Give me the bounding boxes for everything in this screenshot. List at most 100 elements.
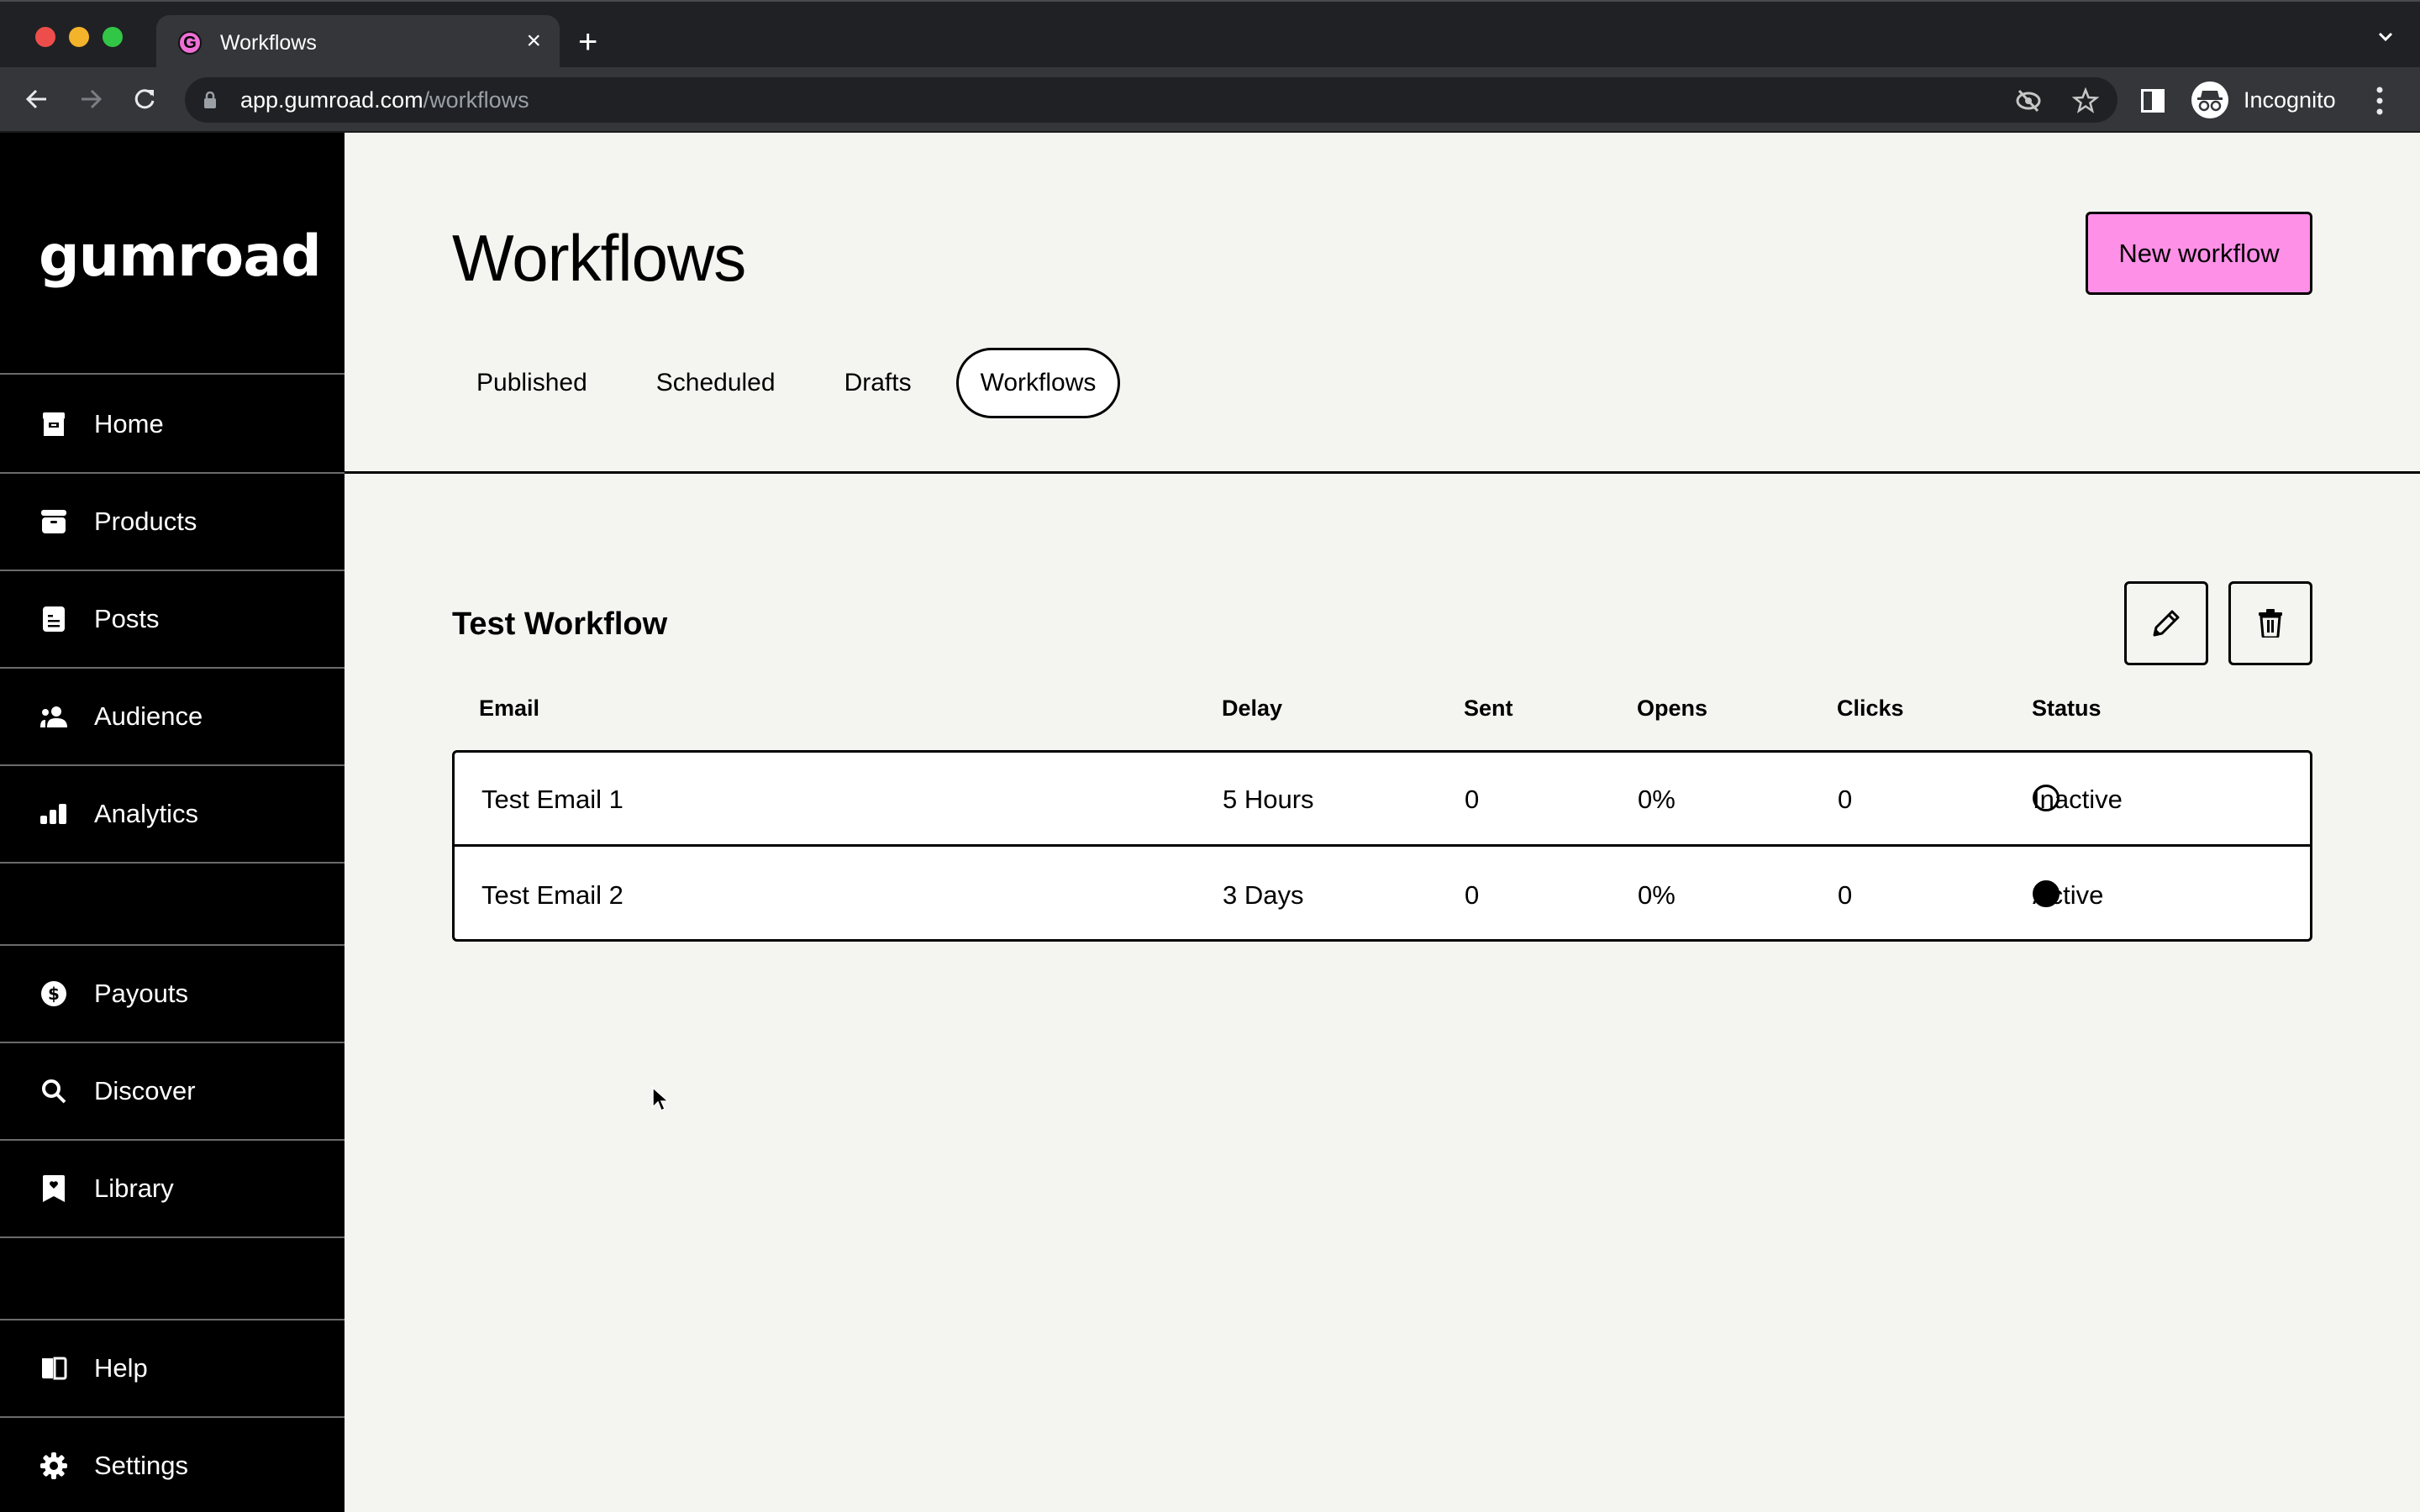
email-sent: 0 <box>1465 785 1480 814</box>
sidebar-item-library[interactable]: Library <box>0 1141 345 1238</box>
arrow-right-icon <box>82 89 103 109</box>
side-panel-icon[interactable] <box>2141 89 2165 113</box>
sidebar-item-analytics[interactable]: Analytics <box>0 766 345 864</box>
back-button[interactable] <box>20 82 54 116</box>
column-header-delay: Delay <box>1222 696 1283 721</box>
sidebar-item-home[interactable]: Home <box>0 376 345 474</box>
sidebar-item-products[interactable]: Products <box>0 474 345 571</box>
tab-drafts[interactable]: Drafts <box>820 348 936 418</box>
workflow-name: Test Workflow <box>452 606 668 642</box>
tab-scheduled[interactable]: Scheduled <box>632 348 800 418</box>
trash-icon <box>2259 609 2282 638</box>
address-bar[interactable]: app.gumroad.com/workflows <box>185 77 2118 123</box>
dollar-circle-icon: $ <box>40 980 67 1007</box>
incognito-icon <box>2191 81 2228 118</box>
new-workflow-button[interactable]: New workflow <box>2086 212 2312 295</box>
browser-tab-strip: G Workflows × + <box>0 0 2420 71</box>
sidebar-item-settings[interactable]: Settings <box>0 1418 345 1512</box>
sidebar: gumroad Home Products Posts Audience Ana… <box>0 133 345 1512</box>
maximize-window-button[interactable] <box>103 27 123 47</box>
forward-button[interactable] <box>74 82 108 116</box>
gear-icon <box>40 1452 67 1479</box>
gumroad-favicon-icon: G <box>178 31 202 55</box>
app: gumroad Home Products Posts Audience Ana… <box>0 133 2420 1512</box>
more-vert-icon[interactable] <box>2373 86 2386 116</box>
browser-tab[interactable]: G Workflows × <box>156 15 560 71</box>
emails-table: Test Email 1 5 Hours 0 0% 0 Inactive Tes… <box>452 750 2312 942</box>
reload-button[interactable] <box>128 82 161 116</box>
sidebar-item-label: Products <box>94 507 197 536</box>
email-clicks: 0 <box>1838 880 1853 910</box>
sidebar-item-label: Settings <box>94 1451 189 1480</box>
incognito-label: Incognito <box>2244 87 2336 113</box>
pencil-icon <box>2153 610 2180 637</box>
bar-chart-icon <box>40 801 67 827</box>
incognito-profile-button[interactable]: Incognito <box>2188 77 2348 123</box>
table-header: Email Delay Sent Opens Clicks Status <box>452 696 2312 738</box>
sidebar-item-label: Audience <box>94 701 203 731</box>
mouse-pointer-icon <box>652 1087 669 1112</box>
tab-search-chevron-down-icon[interactable] <box>2376 27 2395 45</box>
sidebar-item-label: Home <box>94 409 164 438</box>
sidebar-item-label: Discover <box>94 1076 196 1105</box>
archive-box-icon <box>40 508 67 535</box>
column-header-email: Email <box>479 696 540 721</box>
column-header-status: Status <box>2032 696 2102 721</box>
column-header-clicks: Clicks <box>1837 696 1904 721</box>
main-content: Workflows New workflow Published Schedul… <box>345 133 2420 1512</box>
status-badge: Active <box>2033 880 2103 911</box>
sidebar-item-label: Analytics <box>94 799 199 828</box>
sidebar-item-payouts[interactable]: $ Payouts <box>0 946 345 1043</box>
bookmark-heart-icon <box>40 1175 67 1202</box>
sidebar-item-label: Payouts <box>94 979 189 1008</box>
sidebar-item-label: Library <box>94 1173 174 1203</box>
sidebar-item-label: Help <box>94 1353 148 1383</box>
email-name: Test Email 1 <box>481 785 623 814</box>
reload-icon <box>134 89 155 109</box>
bookmark-star-icon[interactable] <box>2072 87 2099 114</box>
close-tab-icon[interactable]: × <box>526 29 541 54</box>
email-sent: 0 <box>1465 880 1480 910</box>
search-icon <box>40 1078 67 1105</box>
sidebar-item-audience[interactable]: Audience <box>0 669 345 766</box>
column-header-sent: Sent <box>1464 696 1513 721</box>
edit-workflow-button[interactable] <box>2124 581 2208 665</box>
sidebar-item-label: Posts <box>94 604 160 633</box>
email-delay: 5 Hours <box>1223 785 1314 814</box>
email-opens: 0% <box>1638 785 1676 814</box>
sidebar-spacer <box>0 1238 345 1320</box>
eye-slash-icon[interactable] <box>2015 89 2042 113</box>
new-tab-button[interactable]: + <box>578 25 597 59</box>
table-row[interactable]: Test Email 1 5 Hours 0 0% 0 Inactive <box>455 753 2310 847</box>
sidebar-item-posts[interactable]: Posts <box>0 571 345 669</box>
status-badge: Inactive <box>2033 785 2123 815</box>
store-icon <box>40 411 67 438</box>
delete-workflow-button[interactable] <box>2228 581 2312 665</box>
page-tabs: Published Scheduled Drafts Workflows <box>452 348 1139 418</box>
svg-text:$: $ <box>48 984 60 1004</box>
browser-toolbar: app.gumroad.com/workflows Incognito <box>0 67 2420 133</box>
email-delay: 3 Days <box>1223 880 1304 910</box>
url-host: app.gumroad.com <box>240 87 424 113</box>
gumroad-logo[interactable]: gumroad <box>39 223 322 290</box>
close-window-button[interactable] <box>35 27 55 47</box>
table-row[interactable]: Test Email 2 3 Days 0 0% 0 Active <box>455 848 2310 939</box>
sidebar-item-help[interactable]: Help <box>0 1320 345 1418</box>
circle-outline-icon <box>2033 785 2060 811</box>
tab-title: Workflows <box>220 30 317 55</box>
email-opens: 0% <box>1638 880 1676 910</box>
tab-workflows[interactable]: Workflows <box>955 348 1121 418</box>
lock-icon <box>204 92 216 108</box>
column-header-opens: Opens <box>1637 696 1708 721</box>
sidebar-item-discover[interactable]: Discover <box>0 1043 345 1141</box>
arrow-left-icon <box>25 89 46 109</box>
circle-filled-icon <box>2033 880 2060 907</box>
page-header: Workflows New workflow Published Schedul… <box>345 133 2420 474</box>
book-icon <box>40 1355 67 1382</box>
email-name: Test Email 2 <box>481 880 623 910</box>
email-clicks: 0 <box>1838 785 1853 814</box>
sidebar-spacer <box>0 864 345 946</box>
minimize-window-button[interactable] <box>69 27 89 47</box>
tab-published[interactable]: Published <box>452 348 612 418</box>
people-icon <box>40 703 67 730</box>
